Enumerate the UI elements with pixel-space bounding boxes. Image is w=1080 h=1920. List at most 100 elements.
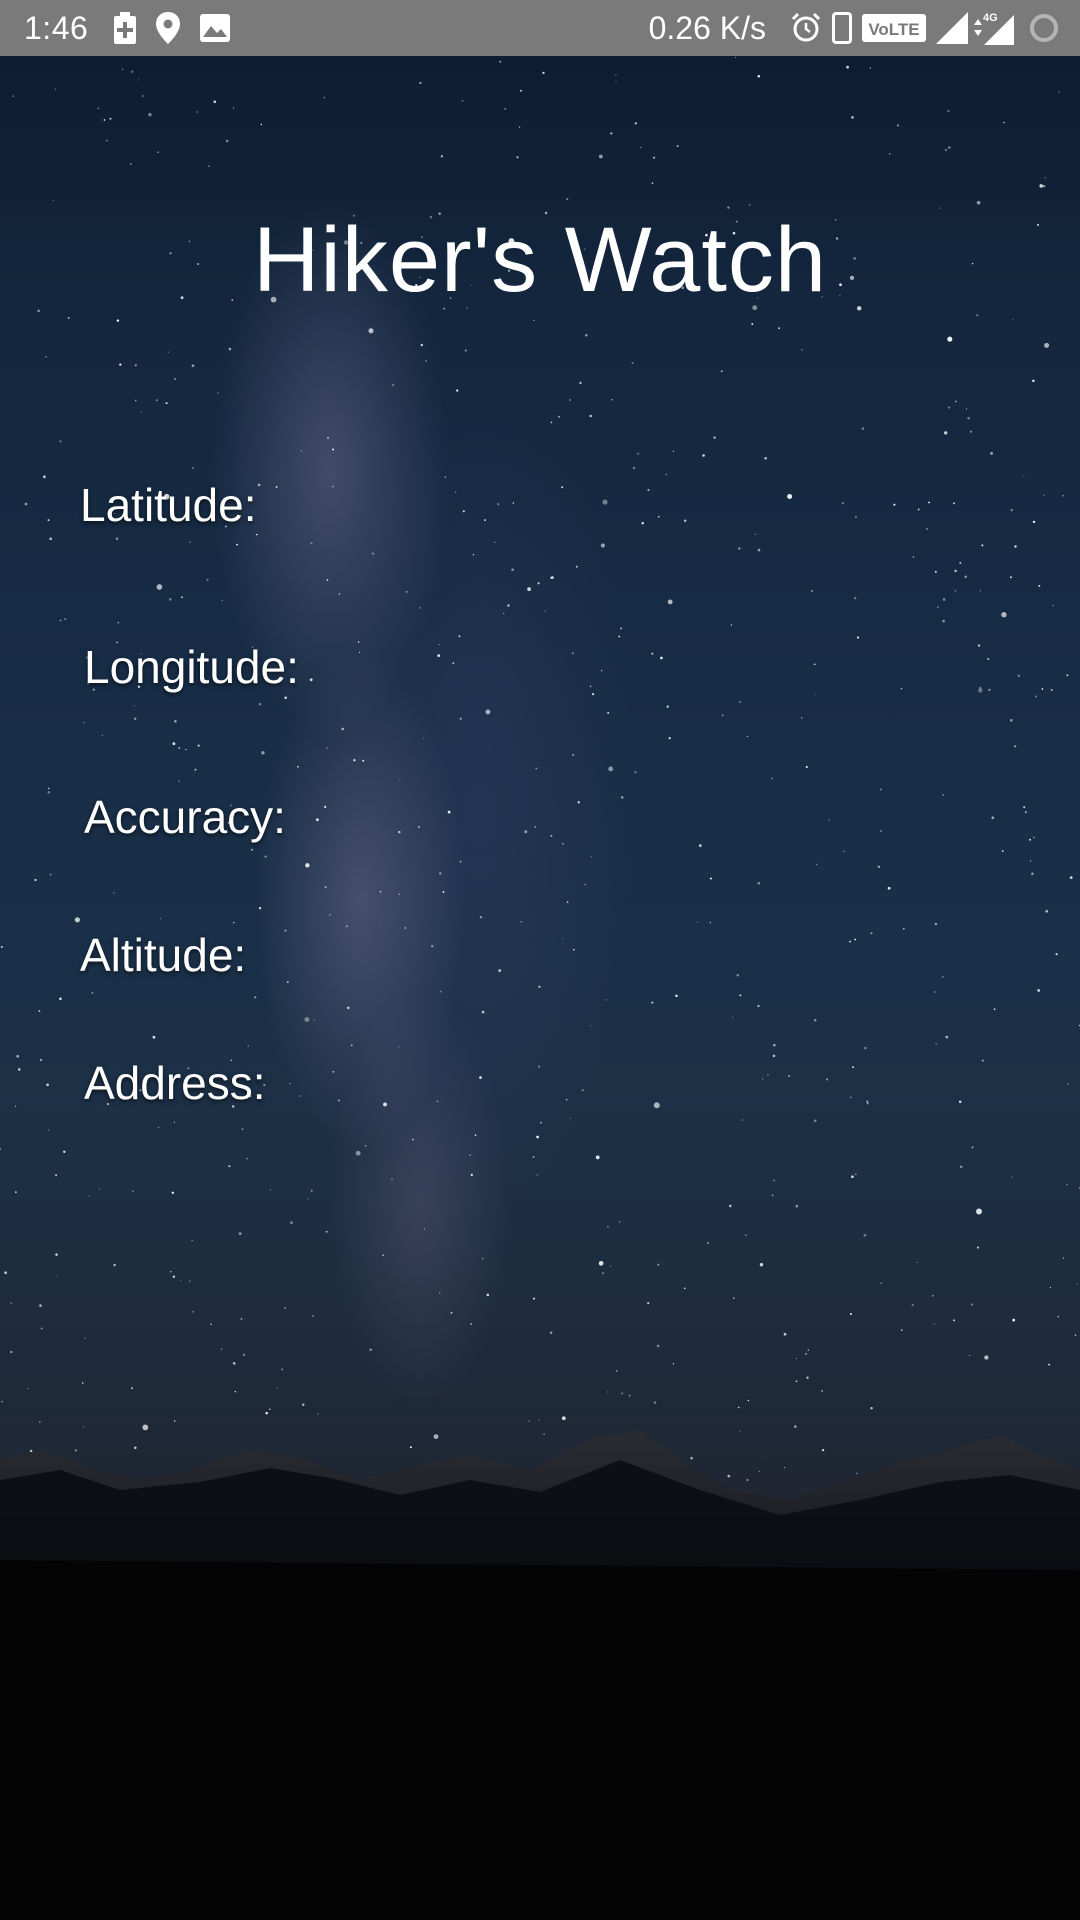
star xyxy=(338,593,341,595)
star xyxy=(826,1078,829,1081)
star xyxy=(971,1146,974,1149)
star xyxy=(1066,1183,1068,1186)
star xyxy=(268,1408,271,1410)
star xyxy=(1032,379,1035,383)
star xyxy=(969,1354,971,1356)
star xyxy=(934,922,938,926)
star xyxy=(572,948,575,951)
star xyxy=(1033,836,1035,839)
star xyxy=(595,1155,600,1160)
star xyxy=(866,1102,869,1105)
star xyxy=(846,65,849,69)
star xyxy=(745,1234,747,1236)
star xyxy=(607,711,610,714)
star xyxy=(978,688,983,693)
star xyxy=(98,1188,101,1190)
star xyxy=(675,994,678,998)
star xyxy=(422,737,425,739)
star xyxy=(854,516,857,519)
star xyxy=(1045,909,1049,913)
star xyxy=(34,878,37,882)
star xyxy=(419,607,421,609)
star xyxy=(499,60,502,63)
star xyxy=(55,1253,58,1256)
star xyxy=(651,182,654,184)
star xyxy=(607,1226,609,1228)
star xyxy=(947,146,951,149)
star xyxy=(569,399,572,401)
star xyxy=(1069,876,1073,879)
star xyxy=(459,860,462,863)
star xyxy=(59,619,62,622)
star xyxy=(990,452,993,455)
star xyxy=(600,669,603,672)
star xyxy=(562,938,564,940)
star xyxy=(849,940,851,943)
star xyxy=(984,1355,989,1360)
star xyxy=(0,945,3,948)
volte-icon: VoLTE xyxy=(862,14,926,42)
star xyxy=(1048,1363,1050,1366)
star xyxy=(665,473,668,476)
star xyxy=(788,1074,791,1077)
star xyxy=(1011,1176,1013,1178)
star xyxy=(16,1054,20,1058)
star xyxy=(238,1232,242,1235)
star xyxy=(1023,806,1026,809)
star xyxy=(474,1134,477,1137)
star xyxy=(1024,810,1028,814)
star xyxy=(533,319,535,321)
star xyxy=(152,1035,156,1039)
image-icon xyxy=(200,14,231,42)
star xyxy=(119,363,122,366)
star xyxy=(156,584,163,590)
star xyxy=(302,1403,305,1406)
star xyxy=(246,1158,248,1160)
star xyxy=(240,1317,243,1320)
star xyxy=(192,467,194,469)
star xyxy=(260,123,263,126)
star xyxy=(113,1263,116,1267)
star xyxy=(59,997,62,1001)
star xyxy=(103,119,106,121)
star xyxy=(532,1156,535,1158)
star xyxy=(864,1046,867,1050)
star xyxy=(254,996,257,999)
location-pin-icon xyxy=(156,12,181,44)
star xyxy=(462,510,465,513)
star xyxy=(631,362,634,365)
star xyxy=(479,1076,482,1079)
star xyxy=(944,148,948,152)
star xyxy=(611,398,613,401)
star xyxy=(737,1406,740,1409)
star xyxy=(350,1044,353,1047)
star xyxy=(1010,508,1013,512)
star xyxy=(133,705,135,707)
star xyxy=(55,1275,57,1277)
star xyxy=(965,408,968,410)
star xyxy=(469,1154,472,1156)
star xyxy=(1039,184,1043,188)
star xyxy=(450,1311,453,1314)
star xyxy=(181,596,183,599)
star xyxy=(346,1006,350,1010)
star xyxy=(498,969,502,972)
star xyxy=(947,336,953,342)
star xyxy=(934,991,936,993)
star xyxy=(579,381,582,385)
star xyxy=(157,151,159,153)
star xyxy=(289,1082,291,1085)
star xyxy=(1062,1257,1065,1259)
star xyxy=(805,765,808,769)
star xyxy=(953,502,956,505)
star xyxy=(771,1194,774,1197)
star xyxy=(544,610,546,612)
star xyxy=(345,925,348,928)
star xyxy=(647,488,650,492)
star xyxy=(82,1382,84,1384)
star xyxy=(178,747,181,750)
star xyxy=(880,1282,882,1285)
star xyxy=(55,1174,58,1177)
star xyxy=(527,587,531,591)
star xyxy=(672,1363,675,1365)
